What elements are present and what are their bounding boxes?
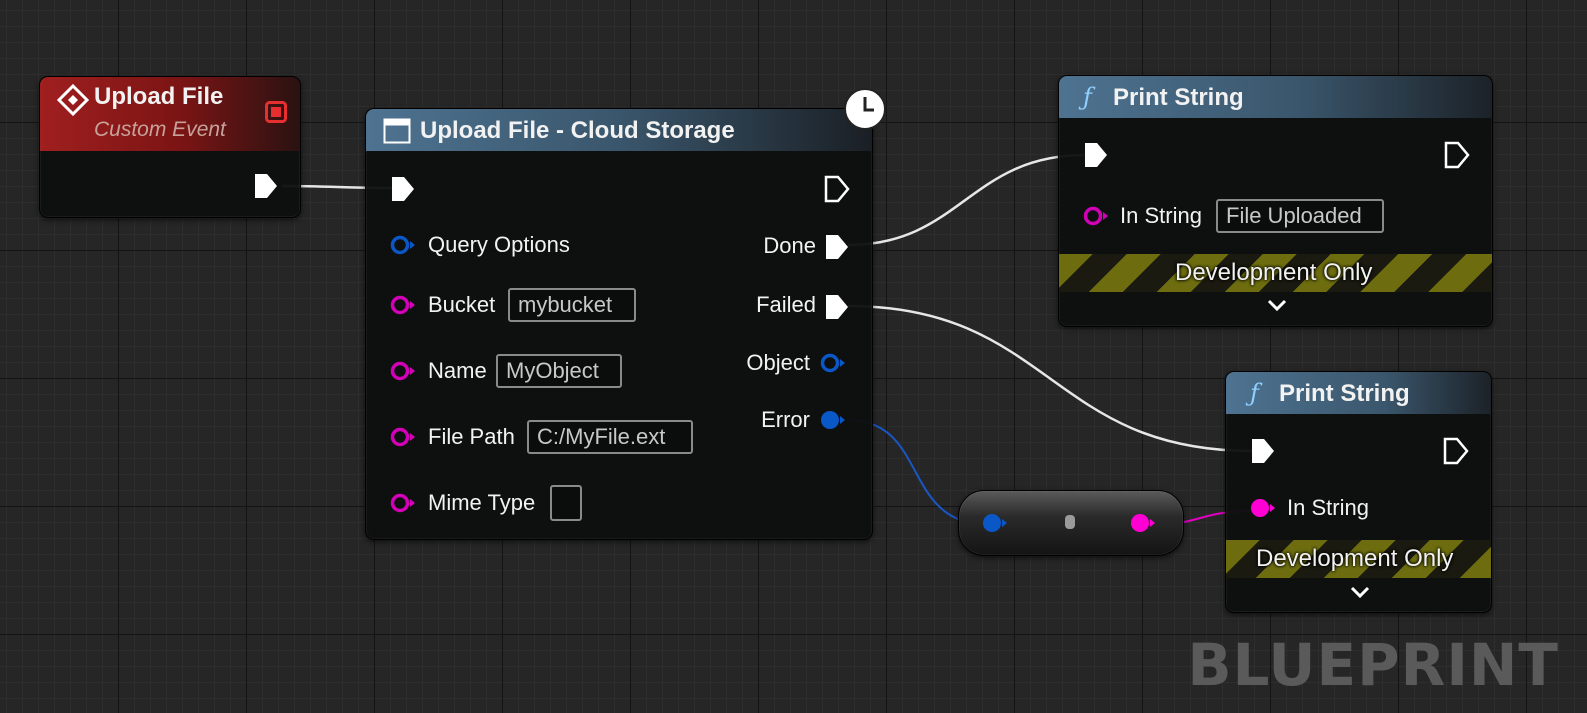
in-string-label: In String [1120,203,1202,228]
event-diamond-icon [57,84,89,116]
replication-icon[interactable] [265,101,287,123]
name-field[interactable]: MyObject [496,354,622,388]
upload-node-title: Upload File - Cloud Storage [420,117,735,144]
conversion-knot-icon [1065,515,1075,529]
function-node-icon [383,118,411,144]
name-pin[interactable] [390,360,416,382]
bucket-label: Bucket [428,292,496,317]
mime-type-field[interactable] [550,485,582,521]
object-output-pin[interactable] [820,352,846,374]
in-string-label: In String [1287,495,1369,520]
file-path-field[interactable]: C:/MyFile.ext [527,420,693,454]
print-string-node-2[interactable]: ƒ Print String In String Development Onl… [1225,371,1492,613]
exec-output-pin[interactable] [1443,437,1469,465]
query-options-label: Query Options [428,232,570,257]
in-string-pin[interactable] [1083,205,1109,227]
conversion-node[interactable] [958,490,1184,556]
exec-output-pin[interactable] [253,172,279,200]
clock-icon [844,88,886,130]
exec-wire-done-to-print1[interactable] [847,153,1086,247]
failed-exec-pin[interactable] [824,293,850,321]
bucket-pin[interactable] [390,294,416,316]
custom-event-node[interactable]: Upload File Custom Event [39,76,301,218]
mime-type-pin[interactable] [390,492,416,514]
blueprint-watermark: BLUEPRINT [1187,631,1559,699]
name-label: Name [428,358,487,383]
mime-type-label: Mime Type [428,490,536,515]
custom-event-title: Upload File [94,83,224,110]
bucket-field[interactable]: mybucket [508,288,636,322]
function-f-icon: ƒ [1250,379,1259,407]
chevron-down-icon[interactable] [1266,298,1288,312]
exec-input-pin[interactable] [1250,437,1276,465]
exec-input-pin[interactable] [390,175,416,203]
exec-wire-failed-to-print2[interactable] [847,304,1253,453]
custom-event-subtitle: Custom Event [94,118,226,141]
in-string-pin[interactable] [1249,497,1277,519]
function-f-icon: ƒ [1083,83,1092,111]
print-string-node-1[interactable]: ƒ Print String In String File Uploaded D… [1058,75,1493,327]
upload-file-cloud-storage-node[interactable]: Upload File - Cloud Storage Query Option… [365,108,873,540]
conversion-input-pin[interactable] [981,512,1009,534]
done-label: Done [763,233,816,258]
print-string-1-title: Print String [1113,84,1244,111]
done-exec-pin[interactable] [824,233,850,261]
print-string-2-title: Print String [1279,380,1410,407]
failed-label: Failed [756,292,816,317]
development-only-label: Development Only [1256,545,1454,572]
query-options-pin[interactable] [390,234,416,256]
exec-output-pin[interactable] [824,175,850,203]
error-output-pin[interactable] [820,409,846,431]
object-label: Object [746,350,810,375]
development-only-label: Development Only [1175,259,1373,286]
chevron-down-icon[interactable] [1349,585,1371,599]
conversion-output-pin[interactable] [1129,512,1157,534]
exec-output-pin[interactable] [1444,141,1470,169]
file-path-pin[interactable] [390,426,416,448]
file-path-label: File Path [428,424,515,449]
error-label: Error [761,407,810,432]
exec-input-pin[interactable] [1083,141,1109,169]
in-string-field[interactable]: File Uploaded [1216,199,1384,233]
